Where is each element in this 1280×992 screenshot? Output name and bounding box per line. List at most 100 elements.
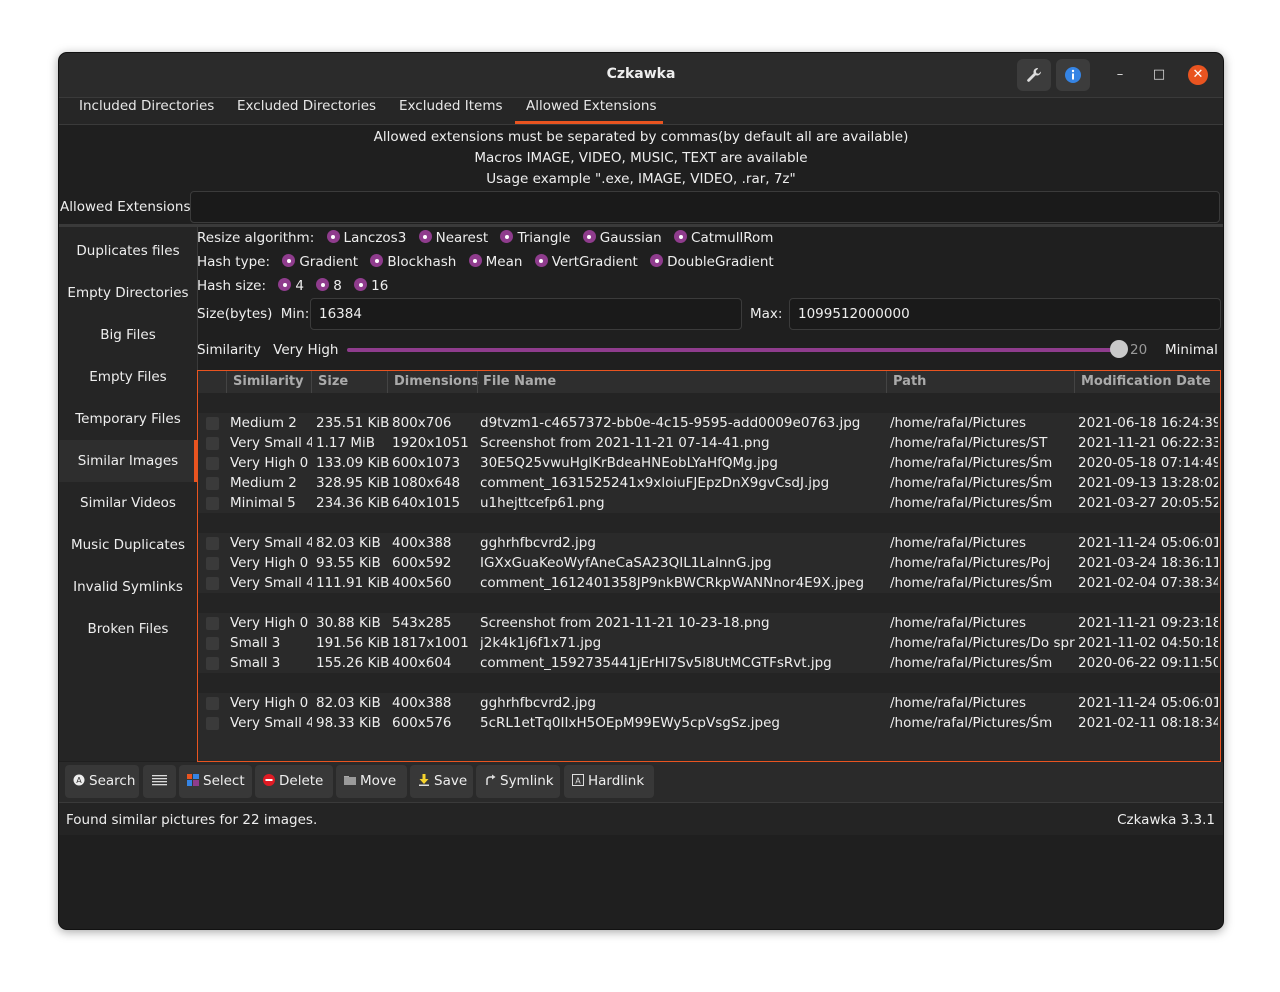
table-cell: 2021-11-02 04:50:18 <box>1078 635 1218 651</box>
table-row[interactable]: Very Small 4 1.17 MiB 1920x1051 Screenshot … <box>198 433 1220 453</box>
sidebar-item-similar-videos[interactable]: Similar Videos <box>59 482 197 524</box>
pane-divider[interactable] <box>59 224 1223 227</box>
table-cell: 328.95 KiB <box>316 475 390 491</box>
max-size-input[interactable]: 1099512000000 <box>789 298 1221 330</box>
row-checkbox[interactable] <box>206 457 219 470</box>
table-row[interactable]: Medium 2 235.51 KiB 800x706 d9tvzm1-c465737… <box>198 413 1220 433</box>
table-row[interactable]: Very High 0 93.55 KiB 600x592 IGXxGuaKeoWyf… <box>198 553 1220 573</box>
column-similarity[interactable]: Similarity <box>233 374 304 389</box>
symlink-button[interactable]: Symlink <box>476 765 560 798</box>
sidebar-item-music-duplicates[interactable]: Music Duplicates <box>59 524 197 566</box>
table-row[interactable]: Small 3 155.26 KiB 400x604 comment_15927354… <box>198 653 1220 673</box>
similarity-slider-handle[interactable] <box>1110 340 1128 358</box>
row-checkbox[interactable] <box>206 437 219 450</box>
row-checkbox[interactable] <box>206 697 219 710</box>
results-view-button[interactable] <box>143 765 176 798</box>
settings-button[interactable] <box>1017 59 1051 91</box>
move-button[interactable]: Move <box>336 765 407 798</box>
table-cell: 2021-03-27 20:05:52 <box>1078 495 1218 511</box>
table-row[interactable]: Minimal 5 234.36 KiB 640x1015 u1hejttcefp61… <box>198 493 1220 513</box>
table-cell: u1hejttcefp61.png <box>480 495 605 511</box>
table-row[interactable]: Very Small 4 82.03 KiB 400x388 gghrhfbcvrd2… <box>198 533 1220 553</box>
hardlink-button[interactable]: A Hardlink <box>564 765 654 798</box>
table-cell: 400x388 <box>392 535 452 551</box>
table-cell: 2021-06-18 16:24:39 <box>1078 415 1218 431</box>
table-row[interactable]: Very High 0 82.03 KiB 400x388 gghrhfbcvrd2.… <box>198 693 1220 713</box>
radio-dot-icon <box>278 278 292 291</box>
table-cell: Very High 0 <box>230 455 309 471</box>
tab-excluded-items[interactable]: Excluded Items <box>399 98 503 124</box>
table-row[interactable]: Very Small 4 111.91 KiB 400x560 comment_161… <box>198 573 1220 593</box>
radio-dot-icon <box>534 254 548 267</box>
row-checkbox[interactable] <box>206 557 219 570</box>
radio-doublegradient[interactable]: DoubleGradient <box>650 254 774 270</box>
radio-gradient[interactable]: Gradient <box>282 254 358 270</box>
row-checkbox[interactable] <box>206 577 219 590</box>
column-size[interactable]: Size <box>318 374 348 389</box>
row-checkbox[interactable] <box>206 497 219 510</box>
sidebar-item-temporary-files[interactable]: Temporary Files <box>59 398 197 440</box>
table-row[interactable]: Small 3 191.56 KiB 1817x1001 j2k4k1j6f1x71.… <box>198 633 1220 653</box>
about-button[interactable] <box>1056 59 1090 91</box>
tab-excluded-directories[interactable]: Excluded Directories <box>237 98 376 124</box>
radio-nearest[interactable]: Nearest <box>418 230 488 246</box>
radio-hash-16[interactable]: 16 <box>354 278 388 294</box>
sidebar-item-duplicates[interactable]: Duplicates files <box>59 230 197 272</box>
sidebar-item-broken-files[interactable]: Broken Files <box>59 608 197 650</box>
column-dimensions[interactable]: Dimensions <box>394 374 479 389</box>
table-cell: comment_1612401358JP9nkBWCRkpWANNnor4E9X… <box>480 575 865 591</box>
min-size-input[interactable]: 16384 <box>310 298 742 330</box>
maximize-button[interactable]: □ <box>1149 65 1169 85</box>
radio-blockhash[interactable]: Blockhash <box>370 254 456 270</box>
close-button[interactable]: ✕ <box>1188 65 1208 85</box>
radio-hash-4[interactable]: 4 <box>278 278 304 294</box>
table-row[interactable]: Very High 0 30.88 KiB 543x285 Screenshot fr… <box>198 613 1220 633</box>
row-checkbox[interactable] <box>206 657 219 670</box>
search-button[interactable]: A Search <box>65 765 139 798</box>
sidebar-item-invalid-symlinks[interactable]: Invalid Symlinks <box>59 566 197 608</box>
sidebar-item-similar-images[interactable]: Similar Images <box>59 440 197 482</box>
table-cell: 1920x1051 <box>392 435 469 451</box>
radio-gaussian[interactable]: Gaussian <box>582 230 662 246</box>
sidebar-item-big-files[interactable]: Big Files <box>59 314 197 356</box>
table-cell: Very High 0 <box>230 695 309 711</box>
row-checkbox[interactable] <box>206 477 219 490</box>
table-row[interactable]: Medium 2 328.95 KiB 1080x648 comment_163152… <box>198 473 1220 493</box>
table-cell: 30E5Q25vwuHglKrBdeaHNEobLYaHfQMg.jpg <box>480 455 778 471</box>
column-file-name[interactable]: File Name <box>483 374 556 389</box>
select-button[interactable]: Select <box>179 765 252 798</box>
table-cell: 234.36 KiB <box>316 495 390 511</box>
table-cell: 82.03 KiB <box>316 695 381 711</box>
table-row[interactable]: Very Small 4 98.33 KiB 600x576 5cRL1etTq0II… <box>198 713 1220 733</box>
row-checkbox[interactable] <box>206 717 219 730</box>
similarity-slider[interactable] <box>347 348 1120 352</box>
tab-allowed-extensions[interactable]: Allowed Extensions <box>515 98 663 124</box>
allowed-extensions-input[interactable] <box>190 191 1220 223</box>
delete-button[interactable]: Delete <box>255 765 333 798</box>
table-cell: 600x592 <box>392 555 452 571</box>
row-checkbox[interactable] <box>206 537 219 550</box>
save-button[interactable]: Save <box>410 765 473 798</box>
minimize-button[interactable]: – <box>1110 65 1130 85</box>
table-cell: IGXxGuaKeoWyfAneCaSA23QIL1LalnnG.jpg <box>480 555 772 571</box>
radio-mean[interactable]: Mean <box>468 254 522 270</box>
sidebar-item-empty-files[interactable]: Empty Files <box>59 356 197 398</box>
radio-catmullrom[interactable]: CatmullRom <box>674 230 773 246</box>
row-checkbox[interactable] <box>206 417 219 430</box>
column-path[interactable]: Path <box>893 374 926 389</box>
radio-hash-8[interactable]: 8 <box>316 278 342 294</box>
hash-size-row: Hash size: 4 8 16 <box>197 278 388 294</box>
radio-lanczos3[interactable]: Lanczos3 <box>326 230 406 246</box>
radio-triangle[interactable]: Triangle <box>500 230 571 246</box>
tab-included-directories[interactable]: Included Directories <box>79 98 214 124</box>
wrench-icon <box>1027 67 1041 82</box>
table-cell: Very Small 4 <box>230 575 312 591</box>
table-cell: /home/rafal/Pictures/Śm <box>890 575 1053 591</box>
column-modification-date[interactable]: Modification Date <box>1081 374 1211 389</box>
table-row[interactable]: Very High 0 133.09 KiB 600x1073 30E5Q25vwuH… <box>198 453 1220 473</box>
row-checkbox[interactable] <box>206 637 219 650</box>
table-cell: 2021-03-24 18:36:11 <box>1078 555 1218 571</box>
sidebar-item-empty-directories[interactable]: Empty Directories <box>59 272 197 314</box>
radio-vertgradient[interactable]: VertGradient <box>534 254 638 270</box>
row-checkbox[interactable] <box>206 617 219 630</box>
